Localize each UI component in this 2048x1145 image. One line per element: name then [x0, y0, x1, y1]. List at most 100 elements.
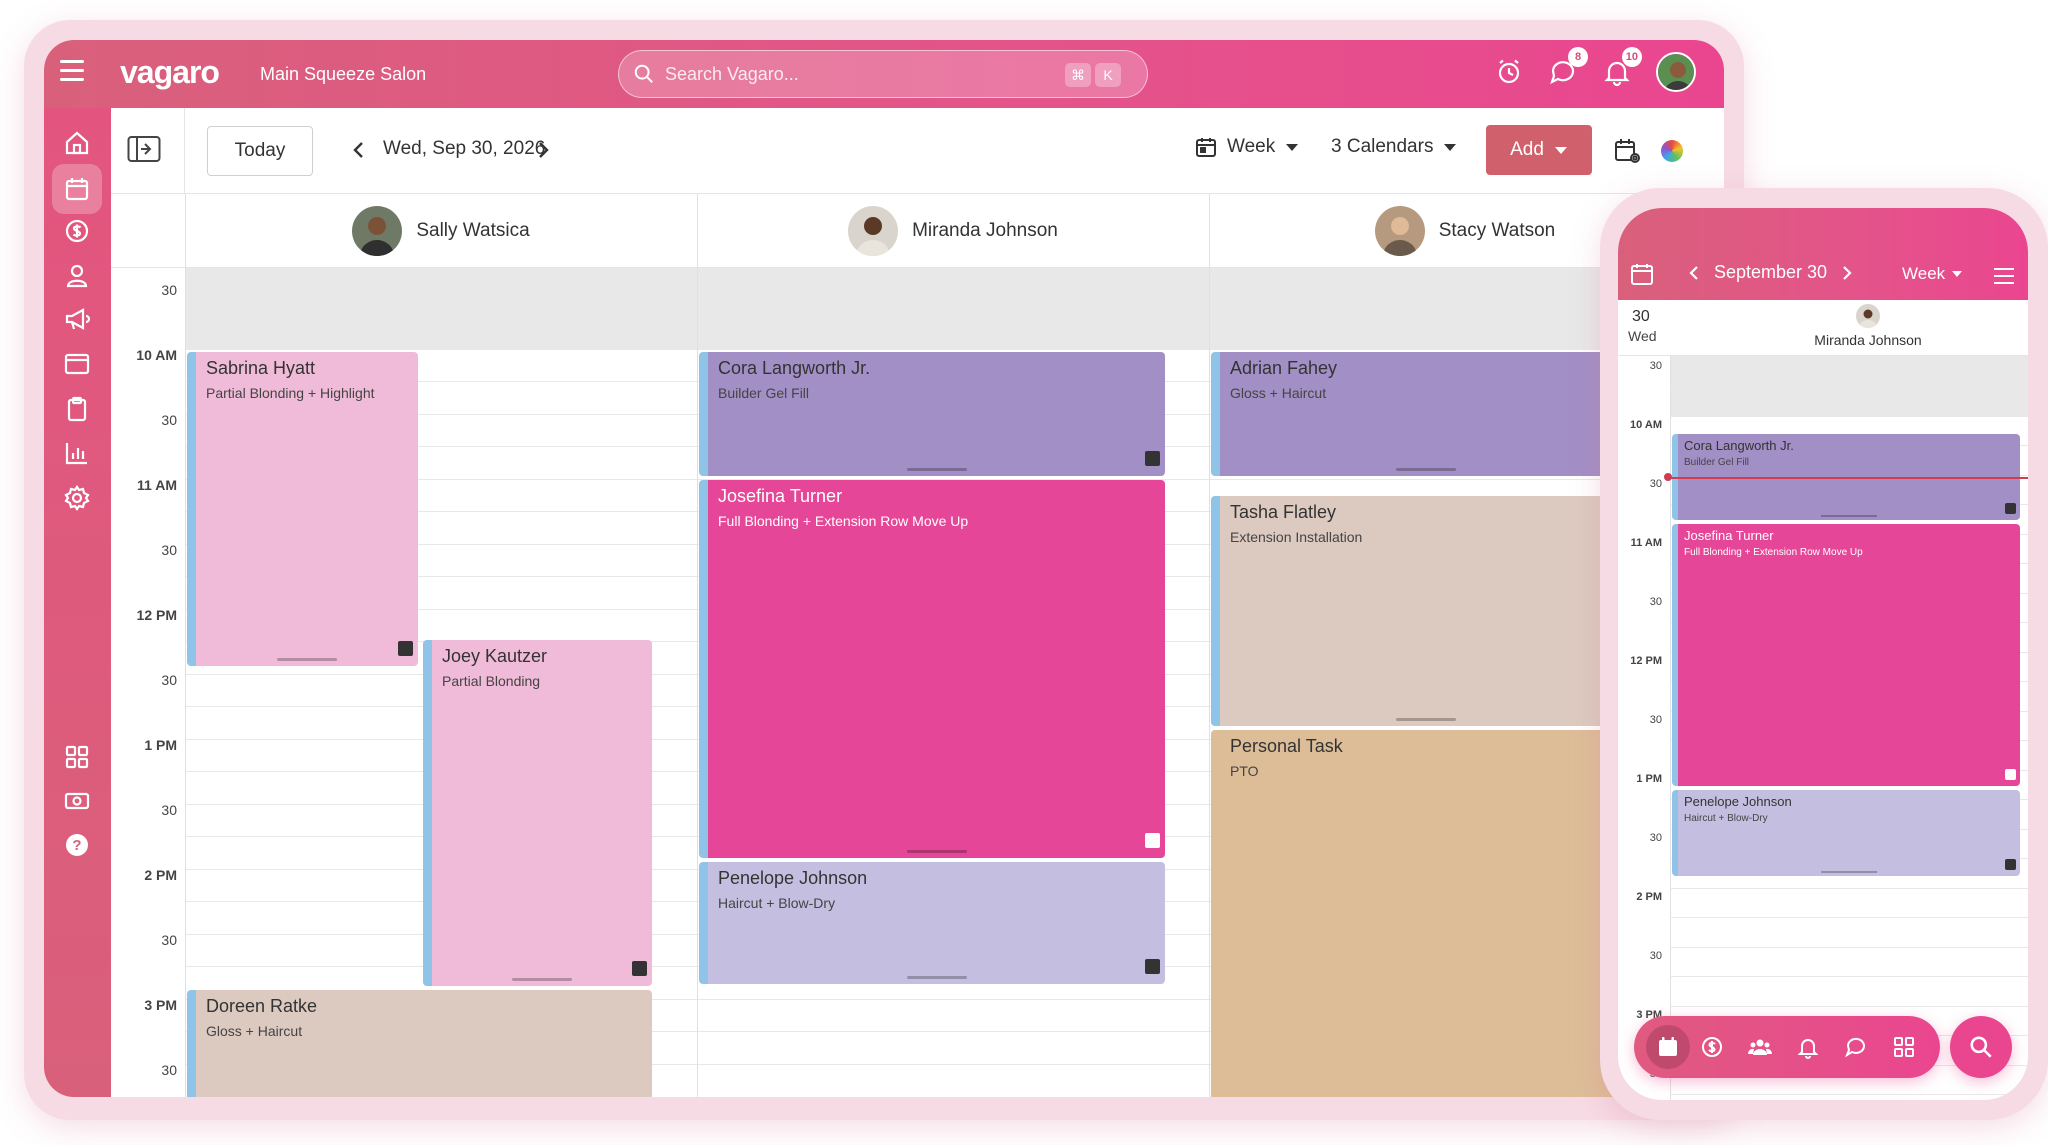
- resize-handle[interactable]: [906, 850, 967, 853]
- time-label: 12 PM: [136, 607, 177, 623]
- resize-handle[interactable]: [1821, 515, 1877, 517]
- calendars-dropdown[interactable]: 3 Calendars: [1331, 136, 1457, 158]
- calendar-settings-icon[interactable]: [1613, 136, 1643, 166]
- user-avatar[interactable]: [1656, 52, 1696, 92]
- chevron-down-icon: [1952, 271, 1963, 277]
- cash-icon[interactable]: [52, 776, 102, 826]
- view-dropdown[interactable]: Week: [1195, 136, 1299, 158]
- appointment-card[interactable]: Josefina Turner Full Blonding + Extensio…: [699, 480, 1165, 858]
- search-icon[interactable]: [1950, 1016, 2012, 1078]
- client-name: Penelope Johnson: [718, 868, 868, 888]
- add-button[interactable]: Add: [1486, 125, 1592, 175]
- appointment-card[interactable]: Joey Kautzer Partial Blonding: [423, 640, 652, 986]
- alarm-icon[interactable]: [1494, 57, 1524, 87]
- messages-badge: 8: [1568, 47, 1588, 67]
- calendars-label: 3 Calendars: [1331, 136, 1434, 157]
- service-name: Haircut + Blow-Dry: [1684, 813, 1768, 824]
- appointment-card[interactable]: Penelope Johnson Haircut + Blow-Dry: [699, 862, 1165, 984]
- hamburger-menu-icon[interactable]: [60, 60, 88, 88]
- note-icon: [1145, 959, 1160, 974]
- toggle-panel-icon[interactable]: [127, 134, 161, 164]
- service-name: Haircut + Blow-Dry: [718, 895, 836, 911]
- next-date-icon[interactable]: [531, 136, 555, 164]
- staff-avatar: [848, 206, 899, 256]
- gear-icon[interactable]: [52, 473, 102, 523]
- chat-icon[interactable]: 8: [1548, 47, 1588, 87]
- phone-bottom-nav: [1634, 1016, 1940, 1078]
- search-bar[interactable]: ⌘ K: [618, 50, 1148, 98]
- resize-handle[interactable]: [906, 976, 967, 979]
- staff-column-sally[interactable]: Sally Watsica: [185, 194, 697, 268]
- service-name: Builder Gel Fill: [1684, 457, 1750, 468]
- today-button[interactable]: Today: [207, 126, 313, 176]
- appointment-card[interactable]: Penelope Johnson Haircut + Blow-Dry: [1672, 790, 2020, 876]
- note-icon: [398, 641, 413, 656]
- clipboard-icon[interactable]: [52, 384, 102, 434]
- prev-date-icon[interactable]: [347, 136, 371, 164]
- note-icon: [2005, 503, 2016, 514]
- phone-view-dropdown[interactable]: Week: [1902, 264, 1963, 284]
- client-name: Tasha Flatley: [1230, 502, 1337, 522]
- time-label: 2 PM: [144, 867, 177, 883]
- time-label: 30: [161, 802, 177, 818]
- time-label: 30: [1649, 478, 1662, 490]
- client-name: Josefina Turner: [718, 486, 843, 506]
- time-label: 30: [1649, 596, 1662, 608]
- resize-handle[interactable]: [1395, 468, 1456, 471]
- dollar-icon[interactable]: [52, 206, 102, 256]
- day-number: 30: [1632, 308, 1650, 325]
- help-icon[interactable]: ?: [52, 820, 102, 870]
- note-icon: [2005, 769, 2016, 780]
- appointment-card[interactable]: Adrian Fahey Gloss + Haircut: [1211, 352, 1631, 476]
- calendar-view-icon: [1196, 138, 1216, 157]
- apps-icon[interactable]: [52, 732, 102, 782]
- business-name[interactable]: Main Squeeze Salon: [260, 64, 426, 85]
- client-name: Doreen Ratke: [206, 996, 318, 1016]
- staff-name: Miranda Johnson: [912, 220, 1058, 241]
- prev-date-icon[interactable]: [1688, 264, 1700, 282]
- staff-column-miranda[interactable]: Miranda Johnson: [697, 194, 1209, 268]
- resize-handle[interactable]: [1821, 871, 1877, 873]
- bell-icon[interactable]: [1792, 1031, 1824, 1063]
- phone-staff-column[interactable]: Miranda Johnson: [1794, 304, 1942, 348]
- resize-handle[interactable]: [1395, 718, 1456, 721]
- apps-icon[interactable]: [1888, 1031, 1920, 1063]
- megaphone-icon[interactable]: [52, 294, 102, 344]
- calendar-grid: 30 10 AM 30 11 AM 30 12 PM 30 1 PM 30 2 …: [111, 194, 1724, 1097]
- note-icon: [1145, 451, 1160, 466]
- next-date-icon[interactable]: [1841, 264, 1853, 282]
- home-icon[interactable]: [52, 118, 102, 168]
- staff-avatar: [352, 206, 403, 256]
- user-icon[interactable]: [52, 250, 102, 300]
- chat-icon[interactable]: [1840, 1031, 1872, 1063]
- top-bar: vagaro Main Squeeze Salon ⌘ K 8 10: [44, 40, 1724, 108]
- appointment-card[interactable]: Doreen Ratke Gloss + Haircut: [187, 990, 652, 1097]
- hamburger-menu-icon[interactable]: [1994, 268, 2014, 289]
- calendar-icon[interactable]: [1646, 1025, 1690, 1069]
- dollar-icon[interactable]: [1696, 1031, 1728, 1063]
- calendar-icon[interactable]: [1630, 262, 1654, 286]
- time-label: 10 AM: [1630, 419, 1662, 431]
- appointment-card[interactable]: Cora Langworth Jr. Builder Gel Fill: [699, 352, 1165, 476]
- time-label: 3 PM: [144, 997, 177, 1013]
- time-label: 30: [161, 1062, 177, 1078]
- appointment-card[interactable]: Sabrina Hyatt Partial Blonding + Highlig…: [187, 352, 418, 666]
- appointment-card[interactable]: Tasha Flatley Extension Installation: [1211, 496, 1631, 726]
- bell-icon[interactable]: 10: [1602, 47, 1642, 87]
- browser-icon[interactable]: [52, 339, 102, 389]
- resize-handle[interactable]: [512, 978, 572, 981]
- people-icon[interactable]: [1744, 1031, 1776, 1063]
- color-legend-icon[interactable]: [1661, 140, 1683, 162]
- phone-view-label: Week: [1902, 264, 1946, 283]
- vagaro-logo[interactable]: vagaro: [120, 54, 220, 91]
- search-input[interactable]: [665, 63, 1045, 85]
- chart-icon[interactable]: [52, 428, 102, 478]
- appointment-card[interactable]: Personal Task PTO: [1211, 730, 1631, 1097]
- resize-handle[interactable]: [277, 658, 337, 661]
- current-time-dot: [1664, 473, 1672, 481]
- appointment-card[interactable]: Josefina Turner Full Blonding + Extensio…: [1672, 524, 2020, 786]
- time-label: 30: [161, 412, 177, 428]
- service-name: Full Blonding + Extension Row Move Up: [1684, 547, 1863, 558]
- chevron-down-icon: [1444, 144, 1457, 151]
- resize-handle[interactable]: [906, 468, 967, 471]
